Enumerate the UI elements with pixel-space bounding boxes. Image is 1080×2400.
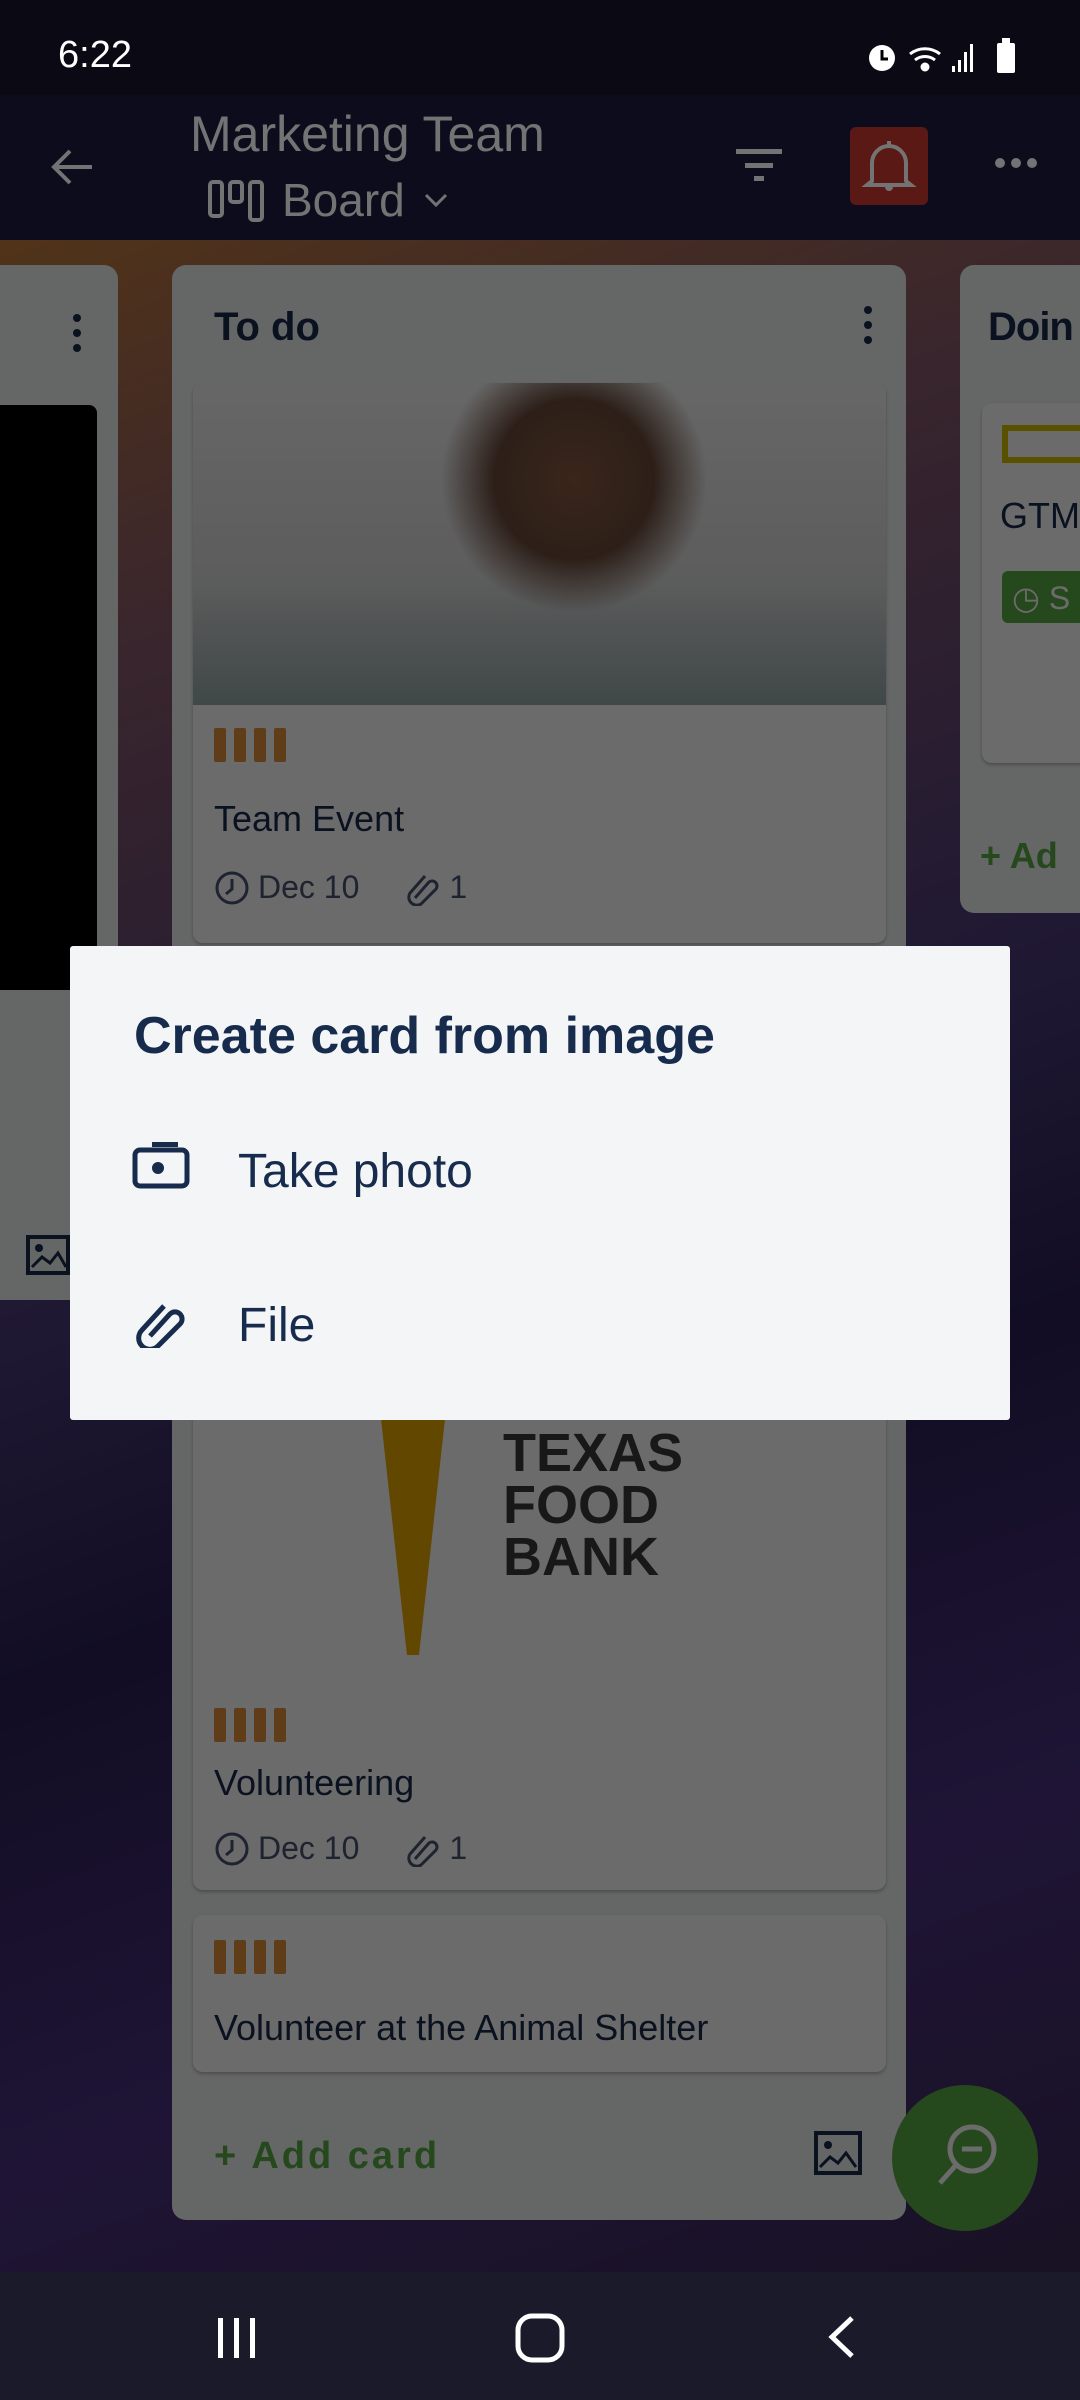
card-animal-shelter[interactable]: Volunteer at the Animal Shelter <box>193 1915 886 2072</box>
home-icon[interactable] <box>514 2312 566 2364</box>
create-card-dialog: Create card from image Take photo File <box>70 946 1010 1420</box>
card-attachments-count: 1 <box>449 869 468 905</box>
zoom-out-icon <box>938 2124 997 2185</box>
card-title: GTM <box>1000 495 1080 536</box>
app-bar: Marketing Team Board <box>0 95 1080 240</box>
back-icon[interactable] <box>824 2314 858 2360</box>
list-menu-icon[interactable] <box>72 313 82 353</box>
card-meta: Dec 10 1 <box>214 869 467 906</box>
status-bar: 6:22 <box>0 0 1080 95</box>
wifi-icon <box>909 47 941 72</box>
paperclip-icon <box>407 874 439 906</box>
paperclip-icon <box>407 1835 439 1867</box>
back-arrow-icon[interactable] <box>48 143 96 191</box>
card-label <box>214 728 286 762</box>
notifications-button[interactable] <box>850 127 928 205</box>
view-label: Board <box>282 174 405 226</box>
view-switcher[interactable]: Board <box>208 173 449 227</box>
option-label: Take photo <box>238 1145 473 1198</box>
add-card-button[interactable]: + Add card <box>214 2135 440 2178</box>
signal-icon <box>952 44 973 72</box>
battery-icon <box>997 38 1015 73</box>
system-nav-bar <box>0 2272 1080 2400</box>
camera-icon <box>132 1142 190 1189</box>
card-due-date: Dec 10 <box>258 1830 360 1866</box>
card-cover-image <box>193 383 886 705</box>
card-label <box>214 1940 286 1974</box>
card-meta: Dec 10 1 <box>214 1830 467 1867</box>
clock-icon <box>215 871 249 904</box>
status-icons <box>869 38 1015 73</box>
card-label <box>214 1708 286 1742</box>
option-label: File <box>238 1299 316 1352</box>
bell-icon <box>861 141 917 191</box>
card-title: Volunteering <box>214 1762 415 1803</box>
card-gtm[interactable]: GTM ◷ S <box>982 403 1080 763</box>
alarm-icon <box>869 45 895 71</box>
card-attachments-count: 1 <box>449 1830 468 1866</box>
chevron-down-icon <box>424 193 447 208</box>
add-card-button[interactable]: + Ad <box>980 835 1058 877</box>
zoom-out-fab[interactable] <box>892 2085 1038 2231</box>
take-photo-option[interactable]: Take photo <box>70 1116 1010 1226</box>
due-badge: ◷ S <box>1002 571 1080 623</box>
filter-icon[interactable] <box>736 145 782 185</box>
list-menu-icon[interactable] <box>863 305 873 345</box>
card-label <box>1002 425 1080 463</box>
card-due-date: Dec 10 <box>258 869 360 905</box>
list-doing: Doin GTM ◷ S + Ad <box>960 265 1080 913</box>
recent-apps-icon[interactable] <box>214 2314 260 2360</box>
card-title: Volunteer at the Animal Shelter <box>214 2007 709 2048</box>
food-bank-logo-text: TEXAS FOOD BANK <box>503 1423 684 1587</box>
dialog-title: Create card from image <box>134 1007 715 1065</box>
list-title: To do <box>214 305 320 349</box>
more-icon[interactable] <box>994 155 1038 171</box>
paperclip-icon <box>136 1304 185 1348</box>
card-image[interactable] <box>0 405 97 990</box>
card-team-event[interactable]: Team Event Dec 10 1 <box>193 383 886 943</box>
image-icon[interactable] <box>26 1235 70 1275</box>
file-option[interactable]: File <box>70 1268 1010 1378</box>
board-title: Marketing Team <box>190 106 545 162</box>
list-title: Doin <box>988 305 1074 349</box>
clock-icon <box>215 1832 249 1865</box>
board-icon <box>208 180 264 222</box>
card-title: Team Event <box>214 798 405 839</box>
image-icon[interactable] <box>814 2131 862 2175</box>
status-time: 6:22 <box>58 34 132 76</box>
